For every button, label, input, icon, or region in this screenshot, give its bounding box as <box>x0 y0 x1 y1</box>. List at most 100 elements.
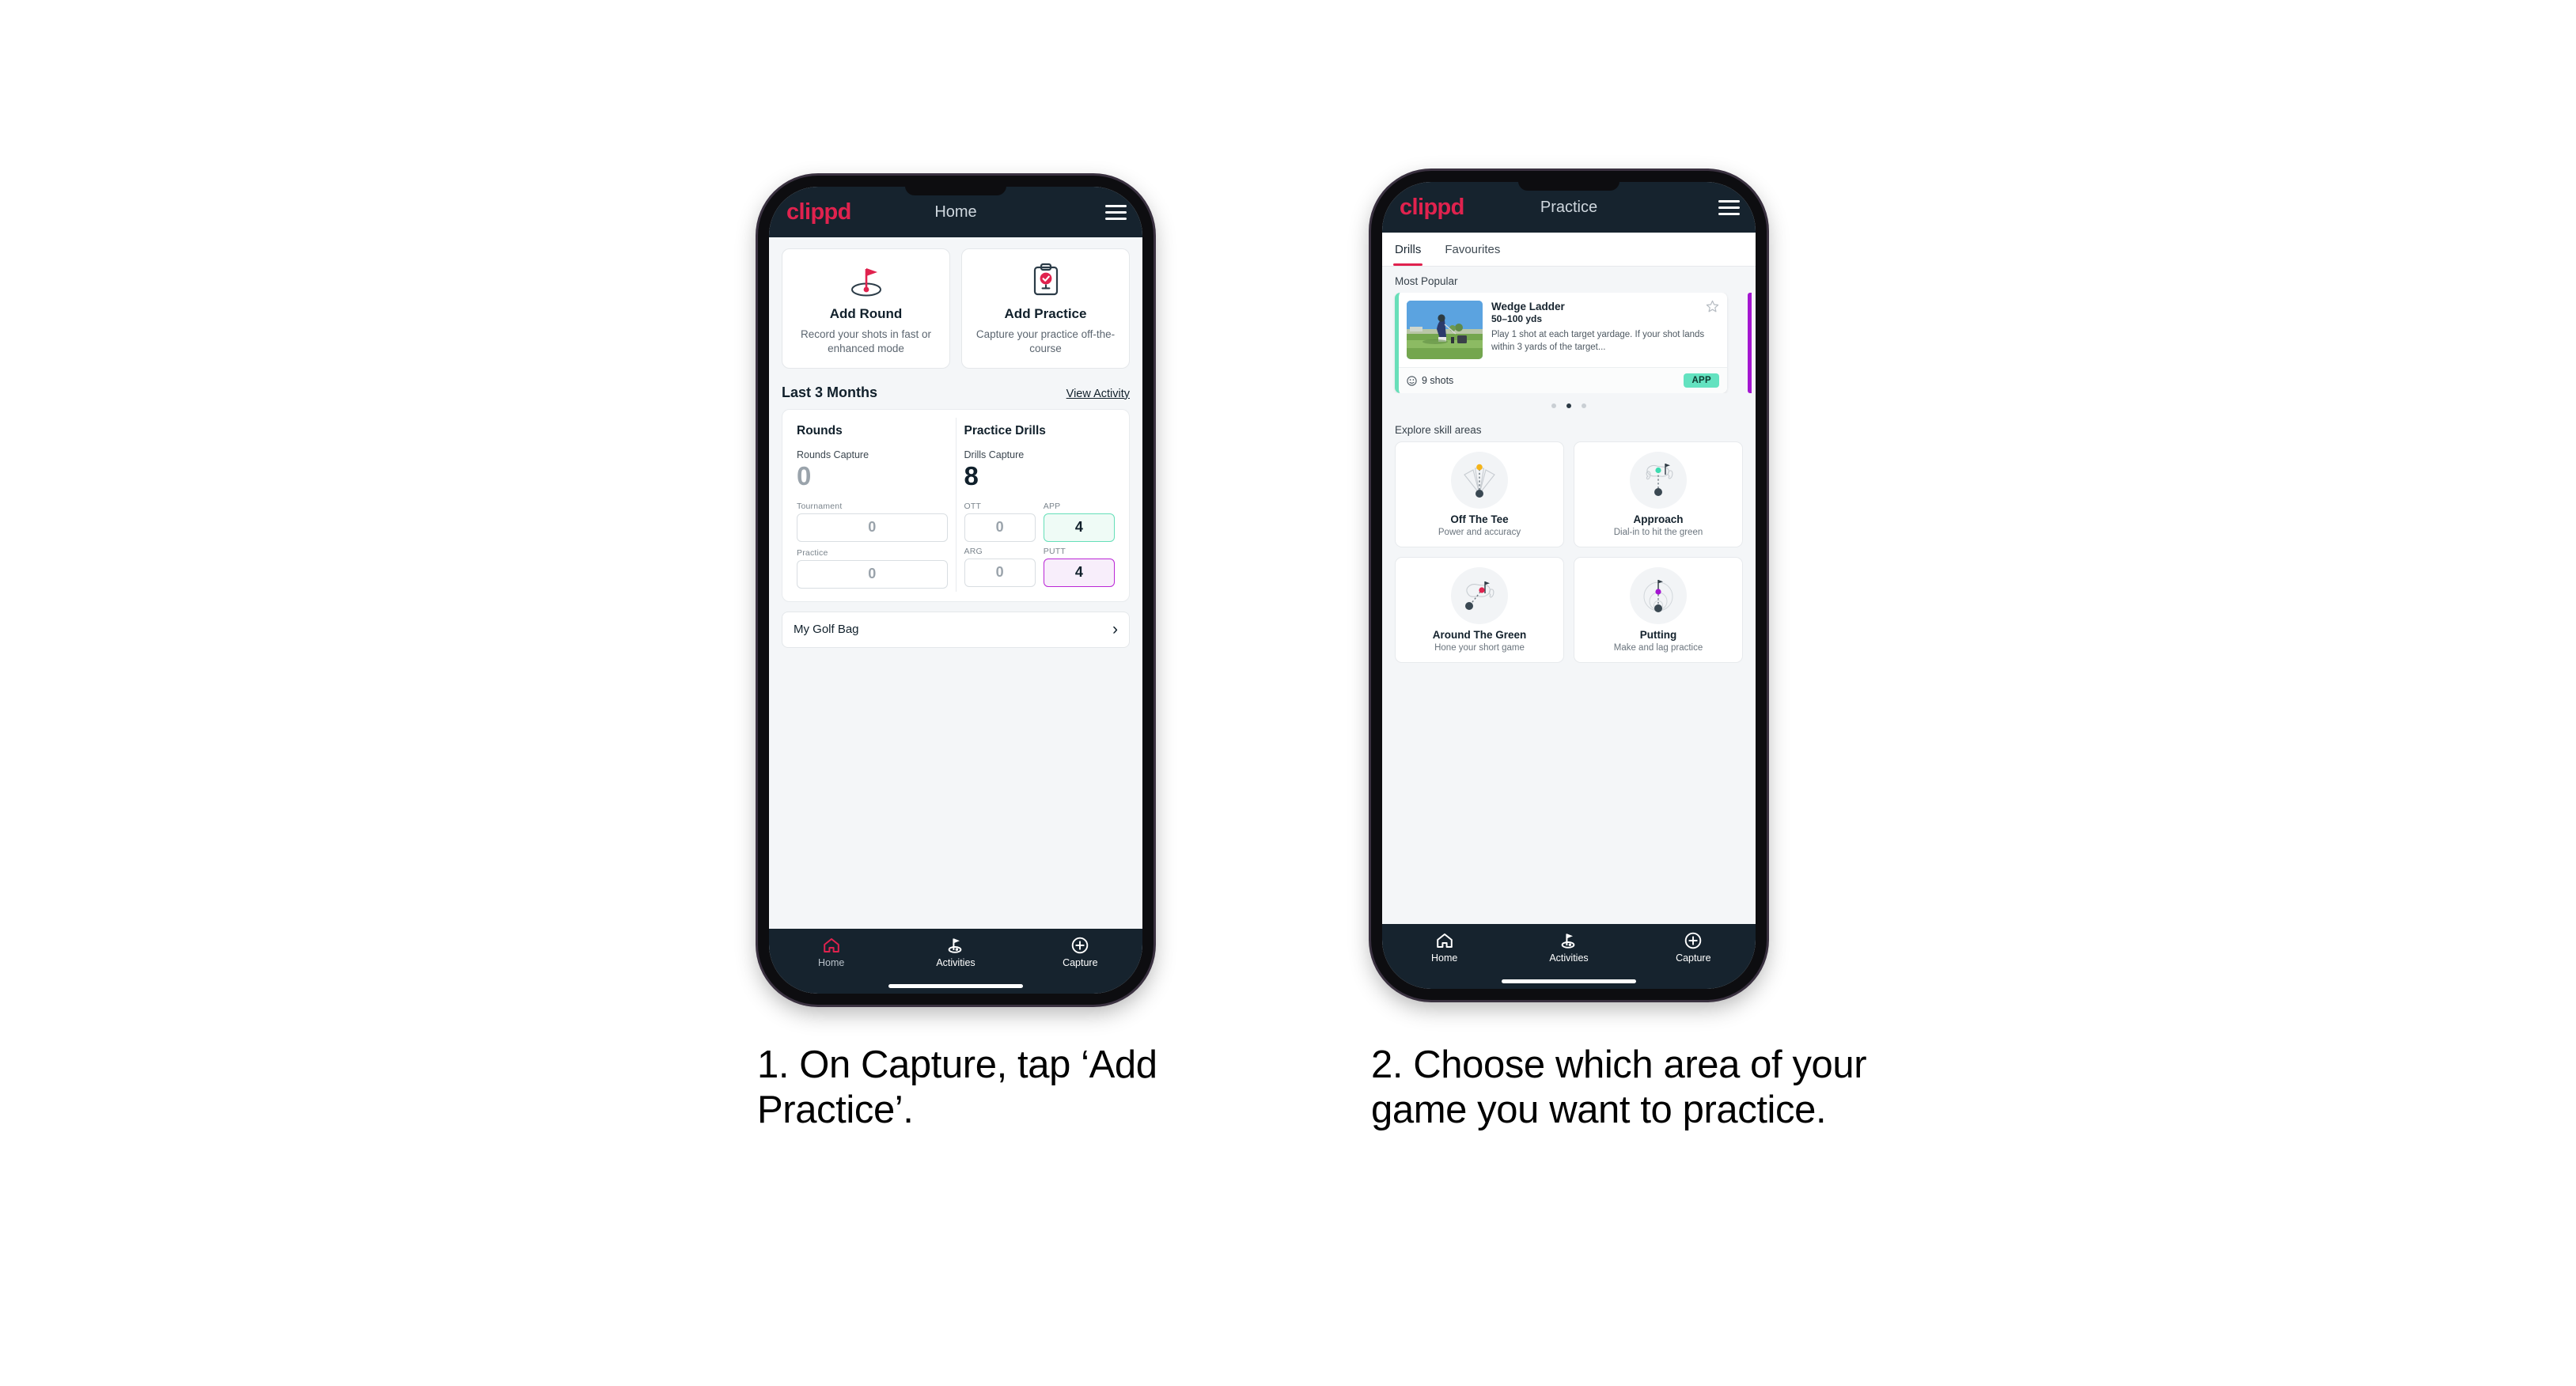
skill-card-around-the-green[interactable]: Around The Green Hone your short game <box>1395 557 1564 663</box>
skill-areas-grid: Off The Tee Power and accuracy Approach … <box>1382 441 1756 663</box>
tournament-label: Tournament <box>797 501 843 511</box>
drill-description: Play 1 shot at each target yardage. If y… <box>1491 330 1705 352</box>
caption-step-2: 2. Choose which area of your game you wa… <box>1371 1043 1867 1132</box>
next-drill-card-peek[interactable] <box>1744 293 1756 393</box>
practice-screen-body: Most Popular Wedge Ladder 50–100 yds Pla… <box>1382 267 1756 924</box>
tab-favourites[interactable]: Favourites <box>1445 233 1510 266</box>
golf-flag-hole-icon <box>789 262 943 298</box>
stats-panel: Rounds Rounds Capture 0 Tournament 0 Pra… <box>782 408 1130 602</box>
app-value[interactable]: 4 <box>1043 513 1115 542</box>
arg-value[interactable]: 0 <box>964 558 1036 587</box>
drills-heading: Practice Drills <box>964 423 1046 437</box>
hamburger-menu-icon[interactable] <box>1105 204 1127 220</box>
phone-notch <box>1518 182 1619 191</box>
my-golf-bag-row[interactable]: My Golf Bag › <box>782 611 1130 648</box>
nav-label-activities: Activities <box>936 957 975 968</box>
star-outline-icon[interactable] <box>1706 300 1719 317</box>
plus-circle-icon <box>1071 937 1089 954</box>
rounds-capture-label: Rounds Capture <box>797 449 869 460</box>
skill-title: Approach <box>1633 513 1684 525</box>
ott-value[interactable]: 0 <box>964 513 1036 542</box>
nav-item-home[interactable]: Home <box>769 937 893 968</box>
drill-range: 50–100 yds <box>1491 313 1543 324</box>
bottom-nav: Home Activities Capture <box>769 929 1142 994</box>
carousel-dot[interactable] <box>1551 403 1556 408</box>
home-screen-body: Add Round Record your shots in fast or e… <box>769 237 1142 929</box>
skill-subtitle: Power and accuracy <box>1438 528 1521 537</box>
add-practice-subtitle: Capture your practice off-the-course <box>975 328 1116 354</box>
plus-circle-icon <box>1684 932 1702 949</box>
clippd-logo[interactable]: clippd <box>786 200 851 224</box>
practice-field: Practice 0 <box>797 548 948 589</box>
carousel-dots[interactable] <box>1382 393 1756 415</box>
app-label: APP <box>1043 501 1061 511</box>
drill-category-badge: APP <box>1684 373 1719 388</box>
putt-value[interactable]: 4 <box>1043 558 1115 587</box>
golf-flag-icon <box>946 937 965 954</box>
practice-drills-column: Practice Drills Drills Capture 8 OTT 0 A… <box>955 417 1123 592</box>
rounds-capture-value: 0 <box>797 460 812 490</box>
app-field: APP 4 <box>1043 501 1115 542</box>
add-practice-title: Add Practice <box>1004 306 1087 321</box>
tournament-value[interactable]: 0 <box>797 513 948 542</box>
practice-label: Practice <box>797 547 828 558</box>
hamburger-menu-icon[interactable] <box>1718 199 1740 215</box>
skill-title: Putting <box>1639 629 1677 641</box>
carousel-dot-active[interactable] <box>1566 403 1571 408</box>
caption-step-1: 1. On Capture, tap ‘Add Practice’. <box>757 1043 1157 1132</box>
clippd-logo[interactable]: clippd <box>1400 195 1464 219</box>
most-popular-label: Most Popular <box>1395 275 1458 287</box>
nav-label-home: Home <box>817 957 845 968</box>
nav-label-activities: Activities <box>1549 952 1589 964</box>
arg-label: ARG <box>964 546 983 556</box>
skill-card-approach[interactable]: Approach Dial-in to hit the green <box>1574 441 1743 547</box>
clipboard-check-icon <box>968 262 1123 298</box>
skill-title: Around The Green <box>1432 629 1527 641</box>
putt-label: PUTT <box>1043 546 1066 556</box>
last-3-months-section-header: Last 3 Months View Activity <box>769 369 1142 409</box>
nav-label-capture: Capture <box>1063 957 1098 968</box>
drill-category-grid: OTT 0 APP 4 ARG 0 PUTT 4 <box>964 501 1115 587</box>
drills-capture-label: Drills Capture <box>964 449 1025 460</box>
phone-notch <box>905 187 1006 195</box>
rounds-heading: Rounds <box>797 423 843 437</box>
ott-label: OTT <box>964 501 982 511</box>
bottom-nav: Home Activities Capture <box>1382 924 1756 989</box>
drill-carousel[interactable]: Wedge Ladder 50–100 yds Play 1 shot at e… <box>1382 293 1756 393</box>
explore-skill-areas-label: Explore skill areas <box>1395 424 1482 436</box>
add-practice-card[interactable]: Add Practice Capture your practice off-t… <box>961 248 1130 369</box>
drill-card-wedge-ladder[interactable]: Wedge Ladder 50–100 yds Play 1 shot at e… <box>1395 293 1727 393</box>
add-round-title: Add Round <box>829 306 903 321</box>
drills-capture-value: 8 <box>964 460 979 490</box>
practice-tabs: Drills Favourites <box>1382 233 1756 267</box>
putting-rings-icon <box>1630 567 1687 624</box>
nav-item-home[interactable]: Home <box>1382 932 1506 964</box>
tab-drills[interactable]: Drills <box>1392 233 1430 266</box>
carousel-dot[interactable] <box>1582 403 1586 408</box>
skill-card-putting[interactable]: Putting Make and lag practice <box>1574 557 1743 663</box>
ott-field: OTT 0 <box>964 502 1036 542</box>
putt-field: PUTT 4 <box>1043 546 1115 587</box>
phone-mockup-home: clippd Home Add Round Record your shots … <box>758 176 1154 1005</box>
home-icon <box>1436 932 1453 949</box>
view-activity-link[interactable]: View Activity <box>1066 388 1130 400</box>
phone-mockup-practice: clippd Practice Drills Favourites Most P… <box>1371 171 1767 1000</box>
skill-title: Off The Tee <box>1450 513 1509 525</box>
home-indicator <box>1502 979 1636 983</box>
skill-subtitle: Make and lag practice <box>1613 643 1703 653</box>
add-round-card[interactable]: Add Round Record your shots in fast or e… <box>782 248 950 369</box>
practice-value[interactable]: 0 <box>797 559 948 589</box>
nav-item-capture[interactable]: Capture <box>1631 932 1756 964</box>
drill-name: Wedge Ladder <box>1491 301 1565 312</box>
tournament-field: Tournament 0 <box>797 502 948 542</box>
section-title: Last 3 Months <box>782 384 878 400</box>
golf-flag-icon <box>1559 932 1578 949</box>
drill-shots: 9 shots <box>1407 375 1453 386</box>
drill-shots-label: 9 shots <box>1422 375 1454 386</box>
nav-item-capture[interactable]: Capture <box>1018 937 1142 968</box>
skill-card-off-the-tee[interactable]: Off The Tee Power and accuracy <box>1395 441 1564 547</box>
skill-subtitle: Hone your short game <box>1434 643 1525 653</box>
nav-item-activities[interactable]: Activities <box>1506 932 1631 964</box>
nav-item-activities[interactable]: Activities <box>893 937 1017 968</box>
chipping-green-icon <box>1451 567 1508 624</box>
